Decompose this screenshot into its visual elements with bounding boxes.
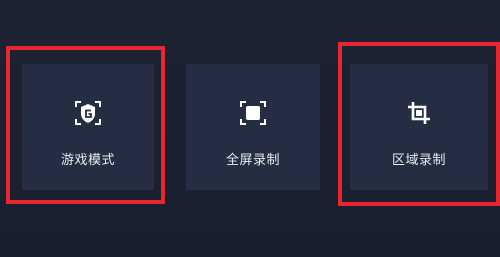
- fullscreen-capture-icon: [238, 98, 268, 128]
- game-controller-icon: [73, 98, 103, 128]
- region-recording-label: 区域录制: [391, 153, 446, 168]
- game-mode-card[interactable]: 游戏模式: [22, 64, 154, 190]
- crop-region-icon: [404, 98, 434, 128]
- recording-mode-panel: 游戏模式 全屏录制 区域录制: [0, 0, 500, 257]
- fullscreen-recording-card[interactable]: 全屏录制: [186, 64, 320, 190]
- region-recording-card[interactable]: 区域录制: [350, 64, 488, 190]
- game-mode-label: 游戏模式: [60, 153, 115, 168]
- fullscreen-recording-label: 全屏录制: [225, 153, 280, 168]
